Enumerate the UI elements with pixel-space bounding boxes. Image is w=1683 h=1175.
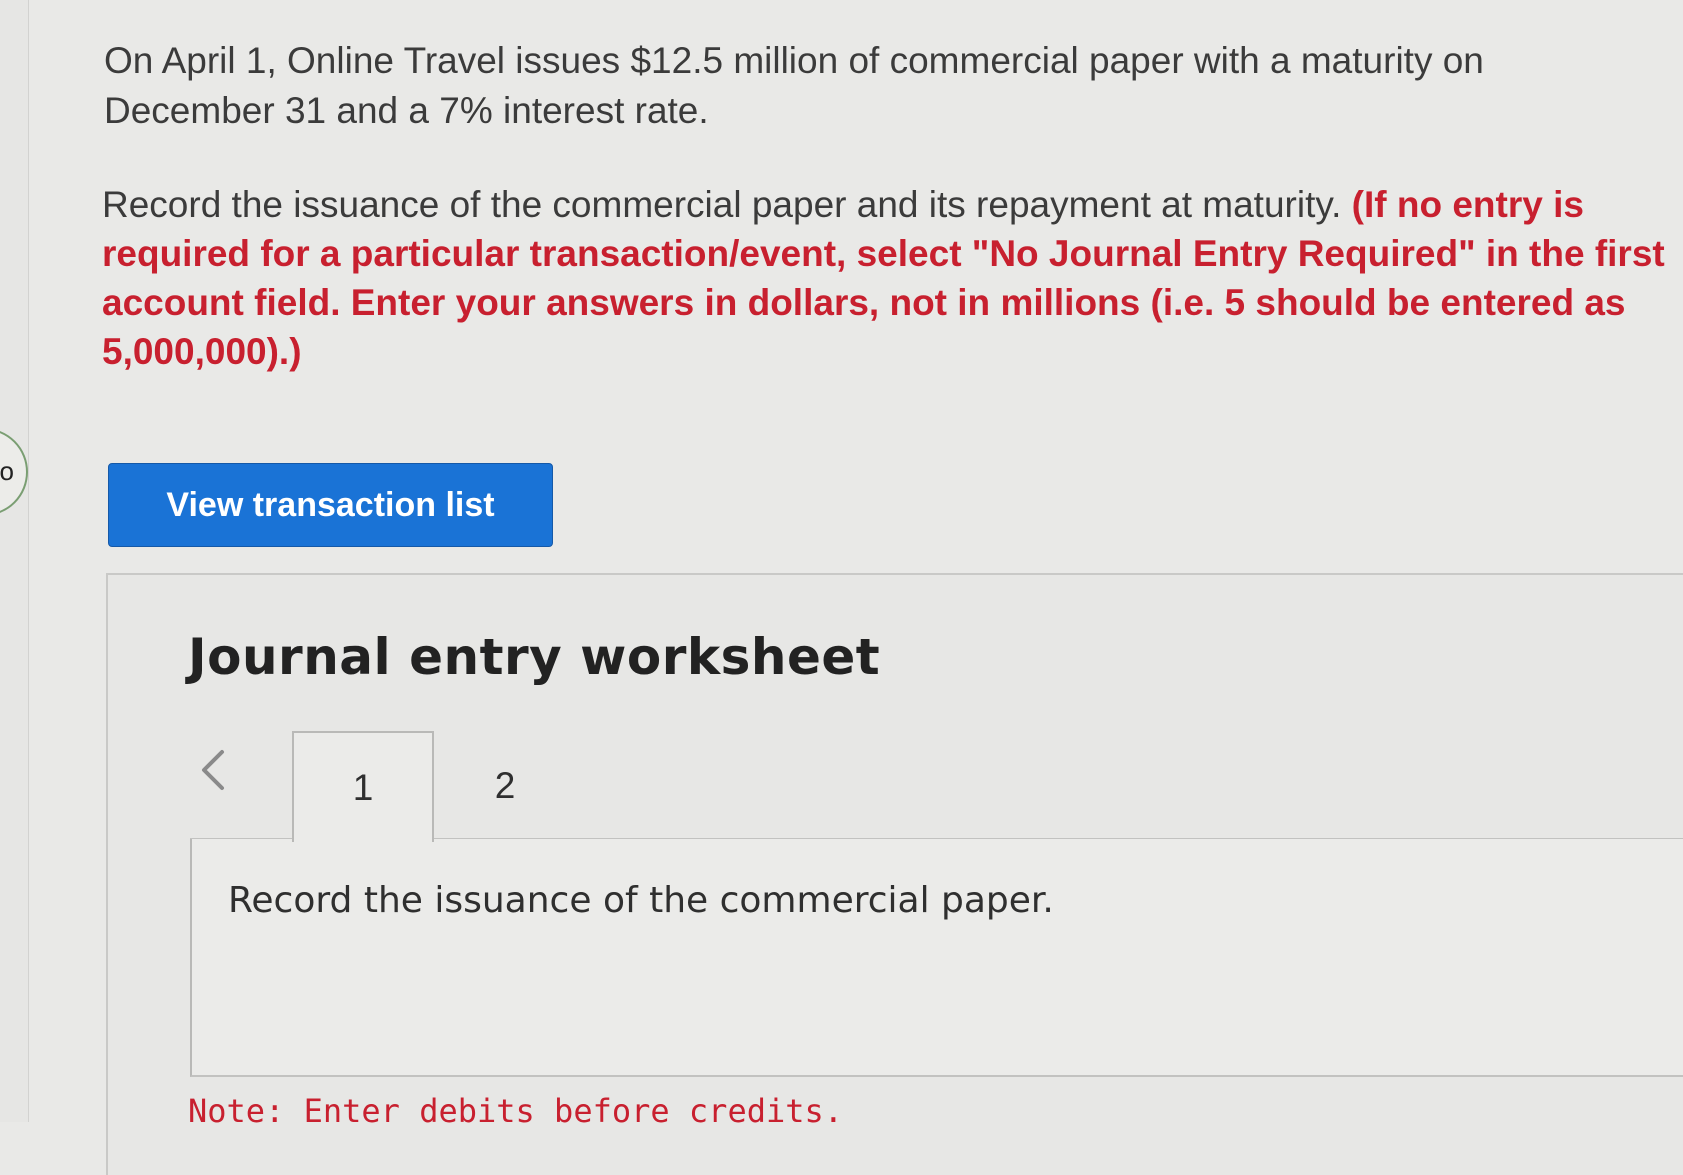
side-panel-tab-glyph: o — [0, 456, 14, 486]
question-text: On April 1, Online Travel issues $12.5 m… — [104, 40, 1484, 131]
worksheet-title: Journal entry worksheet — [188, 628, 881, 686]
debits-credits-note: Note: Enter debits before credits. — [188, 1092, 844, 1130]
tab-1[interactable]: 1 — [292, 731, 434, 842]
instruction-text: Record the issuance of the commercial pa… — [102, 180, 1672, 376]
instruction-lead: Record the issuance of the commercial pa… — [102, 184, 1352, 225]
entry-instruction: Record the issuance of the commercial pa… — [228, 880, 1054, 921]
tab-1-label: 1 — [352, 766, 374, 808]
left-gutter — [0, 0, 29, 1122]
tab-2-label: 2 — [494, 765, 516, 806]
view-transaction-list-button[interactable]: View transaction list — [108, 463, 553, 547]
chevron-left-icon[interactable] — [196, 748, 236, 792]
tab-2[interactable]: 2 — [434, 731, 576, 841]
entry-panel — [190, 839, 1683, 1077]
